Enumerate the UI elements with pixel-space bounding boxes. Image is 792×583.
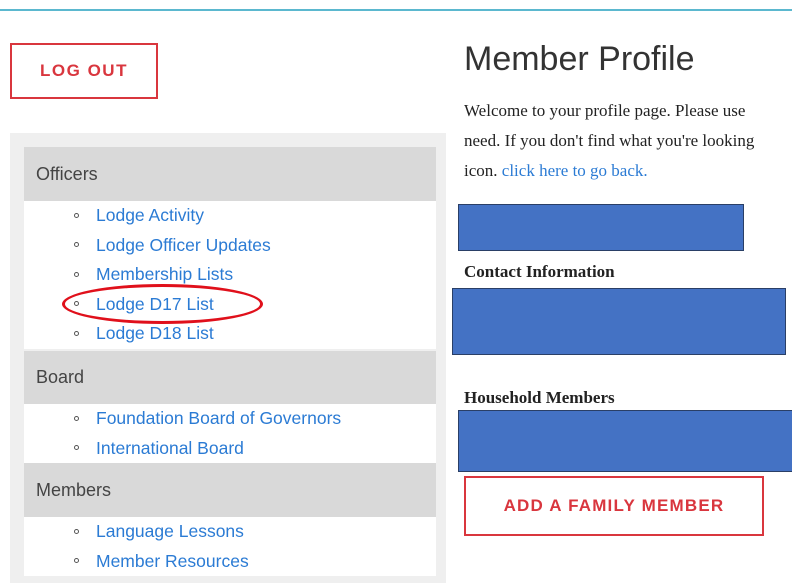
- board-link-list: Foundation Board of Governors Internatio…: [24, 404, 436, 463]
- officers-link-list: Lodge Activity Lodge Officer Updates Mem…: [24, 201, 436, 349]
- intro-line-prefix: icon.: [464, 161, 502, 180]
- bullet-icon: [74, 212, 79, 218]
- link-lodge-officer-updates[interactable]: Lodge Officer Updates: [96, 235, 271, 256]
- link-lodge-d17-list[interactable]: Lodge D17 List: [96, 294, 214, 315]
- link-lodge-d18-list[interactable]: Lodge D18 List: [96, 323, 214, 344]
- intro-line: need. If you don't find what you're look…: [464, 131, 755, 150]
- list-item: Language Lessons: [24, 517, 436, 547]
- list-item: International Board: [24, 434, 436, 464]
- page-title: Member Profile: [464, 40, 695, 78]
- go-back-link[interactable]: click here to go back.: [502, 161, 648, 180]
- bullet-icon: [74, 330, 79, 336]
- link-foundation-board-of-governors[interactable]: Foundation Board of Governors: [96, 408, 341, 429]
- list-item: Lodge D18 List: [24, 319, 436, 349]
- redacted-household-block: [458, 410, 792, 472]
- link-language-lessons[interactable]: Language Lessons: [96, 521, 244, 542]
- bullet-icon: [74, 271, 79, 277]
- bullet-icon: [74, 242, 79, 248]
- list-item: Membership Lists: [24, 260, 436, 290]
- logout-button[interactable]: LOG OUT: [10, 43, 158, 99]
- list-item: Lodge Activity: [24, 201, 436, 231]
- list-item: Foundation Board of Governors: [24, 404, 436, 434]
- intro-line: icon. click here to go back.: [464, 156, 792, 186]
- redacted-contact-block: [452, 288, 786, 355]
- bullet-icon: [74, 445, 79, 451]
- members-link-list: Language Lessons Member Resources: [24, 517, 436, 576]
- sidebar-nav: Officers Lodge Activity Lodge Officer Up…: [10, 133, 446, 583]
- intro-line: Welcome to your profile page. Please use: [464, 101, 746, 120]
- bullet-icon: [74, 558, 79, 564]
- link-member-resources[interactable]: Member Resources: [96, 551, 249, 572]
- bullet-icon: [74, 528, 79, 534]
- intro-text: Welcome to your profile page. Please use…: [464, 96, 792, 186]
- link-lodge-activity[interactable]: Lodge Activity: [96, 205, 204, 226]
- member-profile-page: LOG OUT Officers Lodge Activity Lodge Of…: [0, 0, 792, 583]
- list-item: Member Resources: [24, 547, 436, 577]
- sidebar-section-members: Members: [24, 463, 436, 517]
- sidebar-section-officers: Officers: [24, 147, 436, 201]
- household-members-heading: Household Members: [464, 388, 615, 407]
- bullet-icon: [74, 415, 79, 421]
- contact-information-heading: Contact Information: [464, 262, 615, 281]
- top-divider: [0, 9, 792, 11]
- list-item: Lodge D17 List: [24, 290, 436, 320]
- bullet-icon: [74, 301, 79, 307]
- sidebar-section-board: Board: [24, 351, 436, 404]
- add-family-member-button[interactable]: ADD A FAMILY MEMBER: [464, 476, 764, 536]
- redacted-block: [458, 204, 744, 251]
- link-international-board[interactable]: International Board: [96, 438, 244, 459]
- list-item: Lodge Officer Updates: [24, 231, 436, 261]
- link-membership-lists[interactable]: Membership Lists: [96, 264, 233, 285]
